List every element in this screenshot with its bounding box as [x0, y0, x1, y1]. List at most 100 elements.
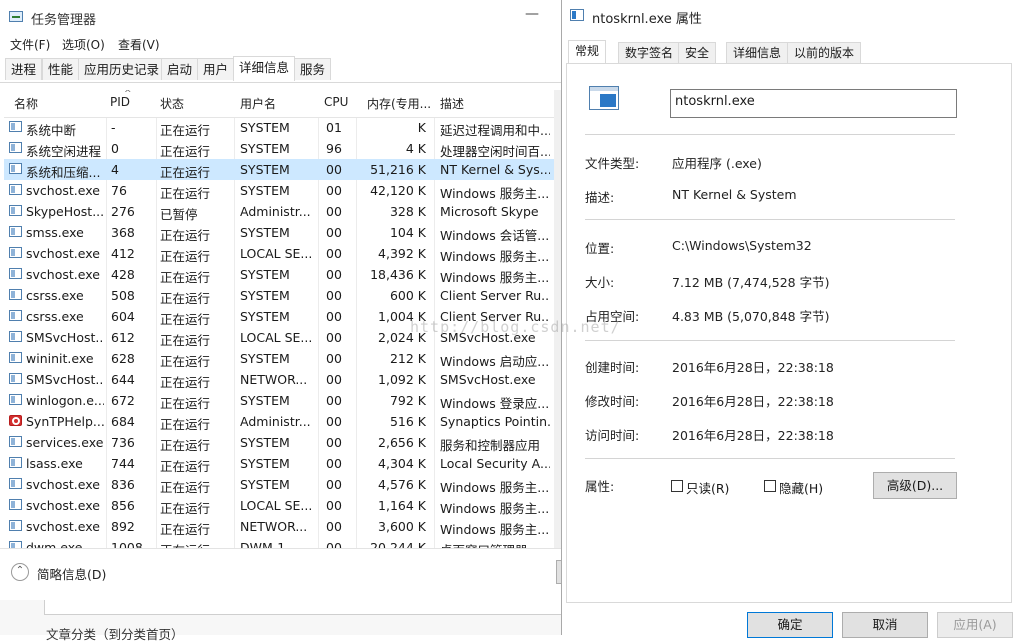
process-memory: 42,120 K [370, 183, 426, 198]
process-icon [9, 289, 22, 300]
tab-security[interactable]: 安全 [678, 42, 717, 64]
tab-processes[interactable]: 进程 [5, 58, 43, 80]
column-header-name[interactable]: 名称 [14, 95, 38, 112]
tab-startup[interactable]: 启动 [161, 58, 199, 80]
table-row[interactable]: svchost.exe 856 正在运行 LOCAL SE... 00 1,164 K Wi… [4, 495, 556, 516]
dialog-title: ntoskrnl.exe 属性 [592, 12, 702, 27]
process-description: Windows 服务主... [440, 522, 550, 537]
process-user: SYSTEM [240, 309, 290, 324]
process-memory: 1,164 K [378, 498, 426, 513]
table-row[interactable]: wininit.exe 628 正在运行 SYSTEM 00 212 K Windows 启… [4, 348, 556, 369]
process-memory: 2,656 K [378, 435, 426, 450]
readonly-checkbox[interactable] [671, 480, 683, 492]
process-icon [9, 457, 22, 468]
process-cpu: 00 [326, 393, 342, 408]
description-label: 描述: [585, 190, 615, 205]
process-name: svchost.exe [26, 183, 100, 198]
process-user: SYSTEM [240, 456, 290, 471]
process-description: Windows 服务主... [440, 480, 550, 495]
table-row[interactable]: SynTPHelp... 684 正在运行 Administr... 00 516 K Sy… [4, 411, 556, 432]
column-header-memory[interactable]: 内存(专用... [367, 95, 431, 112]
general-tab-panel: ntoskrnl.exe 文件类型: 应用程序 (.exe) 描述: NT Ke… [566, 63, 1012, 603]
table-row[interactable]: SMSvcHost... 644 正在运行 NETWOR... 00 1,092 K SMS… [4, 369, 556, 390]
minimize-button[interactable]: — [520, 6, 544, 26]
table-row[interactable]: dwm.exe 1008 正在运行 DWM-1 00 20,244 K 桌面窗口管理器 [4, 537, 556, 548]
table-row[interactable]: svchost.exe 836 正在运行 SYSTEM 00 4,576 K Windows… [4, 474, 556, 495]
tab-general[interactable]: 常规 [568, 40, 607, 65]
process-icon [9, 205, 22, 216]
advanced-button[interactable]: 高级(D)... [873, 472, 957, 499]
process-cpu: 00 [326, 309, 342, 324]
process-pid: 672 [111, 393, 135, 408]
file-type-label: 文件类型: [585, 156, 640, 171]
fewer-details-link[interactable]: 简略信息(D) [37, 564, 106, 583]
process-pid: 684 [111, 414, 135, 429]
tab-performance[interactable]: 性能 [42, 58, 80, 80]
menu-file[interactable]: 文件(F) [10, 36, 50, 53]
process-user: SYSTEM [240, 351, 290, 366]
dialog-titlebar[interactable]: ntoskrnl.exe 属性 [562, 0, 1015, 32]
created-value: 2016年6月28日，22:38:18 [672, 360, 834, 375]
attributes-label: 属性: [585, 479, 615, 494]
apply-button[interactable]: 应用(A) [937, 612, 1013, 638]
readonly-label[interactable]: 只读(R) [686, 478, 729, 497]
process-name: 系统空闲进程 [26, 144, 102, 159]
location-label: 位置: [585, 241, 615, 256]
process-status: 正在运行 [160, 312, 211, 327]
table-row[interactable]: smss.exe 368 正在运行 SYSTEM 00 104 K Windows 会话管.… [4, 222, 556, 243]
process-pid: 368 [111, 225, 135, 240]
table-row[interactable]: svchost.exe 892 正在运行 NETWOR... 00 3,600 K Wind… [4, 516, 556, 537]
background-page-frame [44, 600, 564, 615]
hidden-label[interactable]: 隐藏(H) [779, 478, 823, 497]
table-row[interactable]: svchost.exe 428 正在运行 SYSTEM 00 18,436 K Window… [4, 264, 556, 285]
process-memory: 792 K [389, 393, 426, 408]
tab-app-history[interactable]: 应用历史记录 [78, 58, 166, 80]
process-cpu: 00 [326, 477, 342, 492]
tab-previous-versions[interactable]: 以前的版本 [787, 42, 862, 64]
location-value: C:\Windows\System32 [672, 238, 812, 253]
process-description: Windows 服务主... [440, 501, 550, 516]
process-cpu: 00 [326, 351, 342, 366]
process-status: 正在运行 [160, 186, 211, 201]
process-memory: 4,304 K [378, 456, 426, 471]
table-header: 名称 PID ^ 状态 用户名 CPU 内存(专用... 描述 [4, 90, 556, 118]
hidden-checkbox[interactable] [764, 480, 776, 492]
table-row[interactable]: 系统空闲进程 0 正在运行 SYSTEM 96 4 K 处理器空闲时间百... [4, 138, 556, 159]
column-header-cpu[interactable]: CPU [324, 95, 348, 109]
process-name: lsass.exe [26, 456, 83, 471]
collapse-chevron-icon[interactable]: ⌃ [11, 563, 29, 581]
tab-users[interactable]: 用户 [197, 58, 235, 80]
menu-view[interactable]: 查看(V) [118, 36, 160, 53]
ok-button[interactable]: 确定 [747, 612, 833, 638]
tab-details[interactable]: 详细信息 [726, 42, 789, 64]
process-user: SYSTEM [240, 183, 290, 198]
tab-details[interactable]: 详细信息 [233, 56, 296, 81]
table-row[interactable]: winlogon.e... 672 正在运行 SYSTEM 00 792 K Windows… [4, 390, 556, 411]
table-row[interactable]: services.exe 736 正在运行 SYSTEM 00 2,656 K 服务和控制器… [4, 432, 556, 453]
table-row[interactable]: SkypeHost.... 276 已暂停 Administr... 00 328 K Mi… [4, 201, 556, 222]
process-user: Administr... [240, 204, 311, 219]
tab-digital-signatures[interactable]: 数字签名 [618, 42, 681, 64]
task-manager-titlebar[interactable]: 任务管理器 — [0, 0, 562, 34]
menu-options[interactable]: 选项(O) [62, 36, 105, 53]
process-memory: 3,600 K [378, 519, 426, 534]
task-manager-app-icon [9, 11, 23, 22]
table-row[interactable]: svchost.exe 412 正在运行 LOCAL SE... 00 4,392 K Wi… [4, 243, 556, 264]
cancel-button[interactable]: 取消 [842, 612, 928, 638]
modified-label: 修改时间: [585, 394, 640, 409]
tab-services[interactable]: 服务 [294, 58, 332, 80]
table-row[interactable]: csrss.exe 508 正在运行 SYSTEM 00 600 K Client Serv… [4, 285, 556, 306]
process-status: 正在运行 [160, 291, 211, 306]
process-memory: K [417, 120, 426, 135]
process-description: Windows 会话管... [440, 228, 550, 243]
table-row[interactable]: 系统和压缩... 4 正在运行 SYSTEM 00 51,216 K NT Kernel &… [4, 159, 556, 180]
process-icon [9, 163, 22, 174]
column-header-status[interactable]: 状态 [160, 95, 184, 112]
table-row[interactable]: lsass.exe 744 正在运行 SYSTEM 00 4,304 K Local Sec… [4, 453, 556, 474]
file-name-field[interactable]: ntoskrnl.exe [670, 89, 957, 118]
column-header-description[interactable]: 描述 [440, 95, 464, 112]
background-page-text: 文章分类（到分类首页） [46, 627, 184, 642]
table-row[interactable]: 系统中断 - 正在运行 SYSTEM 01 K 延迟过程调用和中... [4, 117, 556, 138]
column-header-user[interactable]: 用户名 [240, 95, 276, 112]
table-row[interactable]: svchost.exe 76 正在运行 SYSTEM 00 42,120 K Windows… [4, 180, 556, 201]
